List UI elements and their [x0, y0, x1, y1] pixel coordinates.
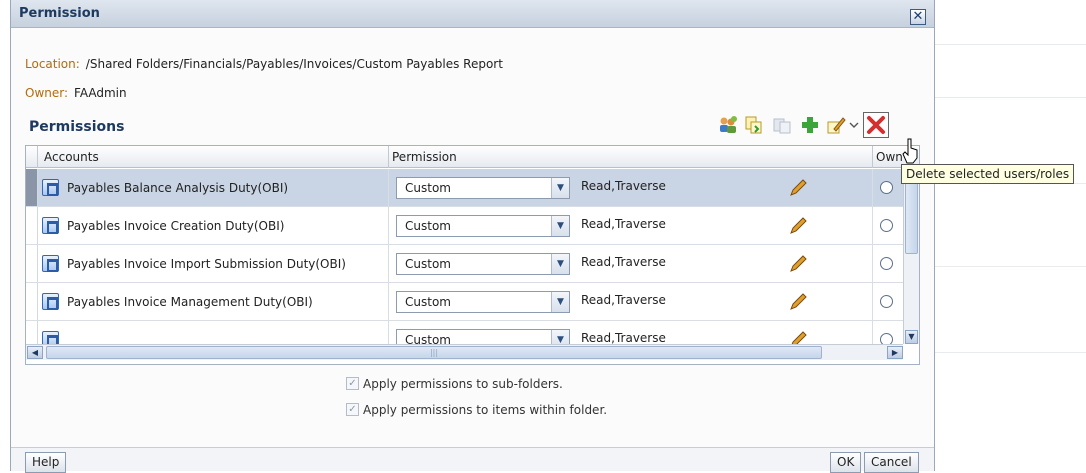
- table-row[interactable]: Payables Invoice Creation Duty(OBI) Cust…: [26, 207, 903, 245]
- delete-tooltip: Delete selected users/roles: [901, 164, 1075, 184]
- cell-separator: [872, 169, 873, 206]
- permission-select-value: Custom: [405, 295, 451, 309]
- background-line: [935, 266, 1086, 267]
- permission-dialog: Permission ✕ Location: /Shared Folders/Fi…: [10, 0, 935, 473]
- column-header-accounts[interactable]: Accounts: [44, 150, 99, 164]
- role-icon: [42, 255, 59, 272]
- delete-icon[interactable]: [863, 112, 889, 138]
- owner-line: Owner: FAAdmin: [25, 86, 127, 100]
- chevron-down-icon[interactable]: ▼: [551, 254, 569, 274]
- role-icon: [42, 217, 59, 234]
- row-selector[interactable]: [26, 245, 38, 282]
- location-label: Location:: [25, 57, 80, 71]
- edit-icon[interactable]: [825, 114, 847, 136]
- ok-button[interactable]: OK: [830, 452, 862, 473]
- paste-icon[interactable]: [771, 114, 793, 136]
- row-selector[interactable]: [26, 207, 38, 244]
- row-selector-header: [26, 146, 38, 168]
- subfolders-label: Apply permissions to sub-folders.: [363, 377, 563, 391]
- cell-separator: [388, 169, 389, 206]
- dialog-title: Permission: [19, 6, 100, 21]
- permission-detail: Read,Traverse: [581, 331, 666, 345]
- location-line: Location: /Shared Folders/Financials/Paya…: [25, 57, 503, 71]
- permission-select[interactable]: Custom ▼: [396, 253, 570, 275]
- subfolders-option[interactable]: ✓ Apply permissions to sub-folders.: [346, 377, 563, 391]
- cell-separator: [872, 245, 873, 282]
- copy-icon[interactable]: [743, 114, 765, 136]
- permission-select-value: Custom: [405, 219, 451, 233]
- column-separator: [388, 146, 389, 168]
- owner-label: Owner:: [25, 86, 69, 100]
- cell-separator: [872, 207, 873, 244]
- close-icon[interactable]: ✕: [910, 9, 926, 25]
- owner-radio[interactable]: [880, 181, 893, 194]
- role-icon: [42, 293, 59, 310]
- items-option[interactable]: ✓ Apply permissions to items within folde…: [346, 403, 607, 417]
- table-row[interactable]: Payables Balance Analysis Duty(OBI) Cust…: [26, 169, 903, 207]
- permission-detail: Read,Traverse: [581, 255, 666, 269]
- help-button[interactable]: Help: [25, 452, 67, 473]
- permission-detail: Read,Traverse: [581, 293, 666, 307]
- cell-separator: [388, 245, 389, 282]
- vertical-scrollbar[interactable]: ▼: [903, 168, 919, 344]
- permission-detail: Read,Traverse: [581, 179, 666, 193]
- table-row[interactable]: Payables Invoice Management Duty(OBI) Cu…: [26, 283, 903, 321]
- dialog-title-bar[interactable]: Permission ✕: [11, 0, 934, 28]
- column-separator: [872, 146, 873, 168]
- scroll-down-icon[interactable]: ▼: [905, 330, 918, 344]
- row-selector[interactable]: [26, 169, 38, 206]
- permission-select[interactable]: Custom ▼: [396, 215, 570, 237]
- subfolders-checkbox[interactable]: ✓: [346, 377, 359, 390]
- account-name: Payables Invoice Management Duty(OBI): [67, 295, 313, 309]
- permission-detail: Read,Traverse: [581, 217, 666, 231]
- horizontal-scroll-thumb[interactable]: |||: [46, 346, 822, 359]
- items-checkbox[interactable]: ✓: [346, 403, 359, 416]
- pencil-icon[interactable]: [788, 216, 808, 236]
- permissions-title: Permissions: [29, 119, 125, 135]
- account-name: Payables Balance Analysis Duty(OBI): [67, 181, 289, 195]
- horizontal-scrollbar[interactable]: ◀ ||| ▶: [26, 344, 903, 360]
- column-header-owner[interactable]: Own: [876, 150, 903, 164]
- account-name: Payables Invoice Import Submission Duty(…: [67, 257, 346, 271]
- permission-select-value: Custom: [405, 181, 451, 195]
- pencil-icon[interactable]: [788, 254, 808, 274]
- background-line: [935, 352, 1086, 353]
- permissions-table: Accounts Permission Own Payables Balance…: [25, 145, 920, 365]
- items-label: Apply permissions to items within folder…: [363, 403, 608, 417]
- cell-separator: [872, 283, 873, 320]
- chevron-down-icon[interactable]: ▼: [551, 292, 569, 312]
- chevron-down-icon[interactable]: ▼: [551, 216, 569, 236]
- pencil-icon[interactable]: [788, 178, 808, 198]
- cell-separator: [388, 283, 389, 320]
- permission-select-value: Custom: [405, 257, 451, 271]
- location-path: /Shared Folders/Financials/Payables/Invo…: [85, 57, 503, 71]
- column-header-permission[interactable]: Permission: [392, 150, 457, 164]
- mouse-cursor-icon: [902, 138, 918, 164]
- role-icon: [42, 179, 59, 196]
- cancel-button[interactable]: Cancel: [864, 452, 919, 473]
- cell-separator: [388, 207, 389, 244]
- account-name: Payables Invoice Creation Duty(OBI): [67, 219, 285, 233]
- background-line: [935, 44, 1086, 45]
- owner-radio[interactable]: [880, 295, 893, 308]
- dialog-footer: Help OK Cancel: [11, 447, 934, 473]
- table-row[interactable]: Payables Invoice Import Submission Duty(…: [26, 245, 903, 283]
- table-header: Accounts Permission Own: [26, 146, 919, 168]
- row-selector[interactable]: [26, 283, 38, 320]
- owner-radio[interactable]: [880, 219, 893, 232]
- owner-radio[interactable]: [880, 257, 893, 270]
- scroll-left-icon[interactable]: ◀: [27, 346, 43, 359]
- add-icon[interactable]: [799, 114, 821, 136]
- permission-select[interactable]: Custom ▼: [396, 291, 570, 313]
- add-users-icon[interactable]: [717, 114, 739, 136]
- background-line: [935, 97, 1086, 98]
- chevron-down-icon[interactable]: ▼: [551, 178, 569, 198]
- permission-select[interactable]: Custom ▼: [396, 177, 570, 199]
- chevron-down-icon[interactable]: [848, 114, 860, 136]
- owner-value: FAAdmin: [74, 86, 127, 100]
- pencil-icon[interactable]: [788, 292, 808, 312]
- scroll-right-icon[interactable]: ▶: [887, 346, 903, 359]
